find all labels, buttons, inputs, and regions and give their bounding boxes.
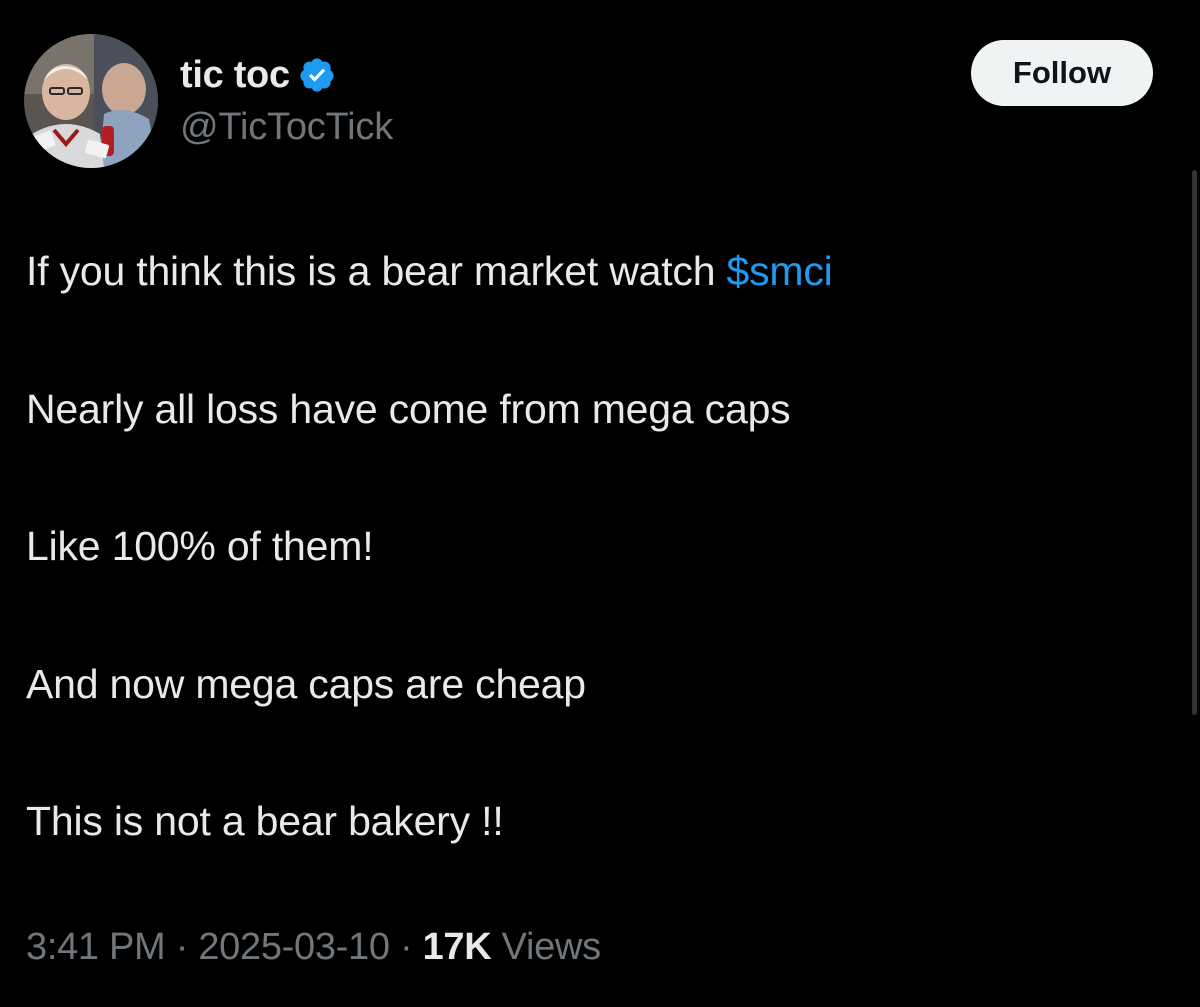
tweet-time: 3:41 PM xyxy=(26,926,166,968)
tweet-text-line: If you think this is a bear market watch… xyxy=(26,248,833,295)
verified-badge-icon[interactable] xyxy=(298,56,336,94)
author-handle[interactable]: @TicTocTick xyxy=(180,106,393,149)
follow-button[interactable]: Follow xyxy=(971,40,1153,106)
tweet-date-link[interactable]: 2025-03-10 xyxy=(198,926,390,968)
meta-separator: · xyxy=(175,926,189,968)
author-name-row: tic toc xyxy=(180,50,336,100)
scrollbar[interactable] xyxy=(1192,170,1197,715)
tweet-text-line: Like 100% of them! xyxy=(26,523,374,569)
meta-separator: · xyxy=(399,926,413,968)
tweet-text-line: Nearly all loss have come from mega caps xyxy=(26,386,791,432)
avatar-photo xyxy=(24,34,158,168)
tweet-date: 2025-03-10 xyxy=(198,926,390,968)
cashtag-link[interactable]: $smci xyxy=(727,248,833,294)
author-avatar[interactable] xyxy=(24,34,158,168)
tweet-text-line: This is not a bear bakery !! xyxy=(26,798,504,844)
author-display-name[interactable]: tic toc xyxy=(180,54,290,97)
views-label: Views xyxy=(501,926,601,968)
views-count: 17K xyxy=(422,926,492,968)
tweet-meta: 3:41 PM · 2025-03-10 · 17K Views xyxy=(26,926,601,969)
tweet-time-link[interactable]: 3:41 PM xyxy=(26,926,166,968)
tweet-card: tic toc @TicTocTick Follow If you think … xyxy=(0,0,1200,1007)
tweet-text-line: And now mega caps are cheap xyxy=(26,661,586,707)
tweet-text: If you think this is a bear market watch xyxy=(26,248,727,294)
